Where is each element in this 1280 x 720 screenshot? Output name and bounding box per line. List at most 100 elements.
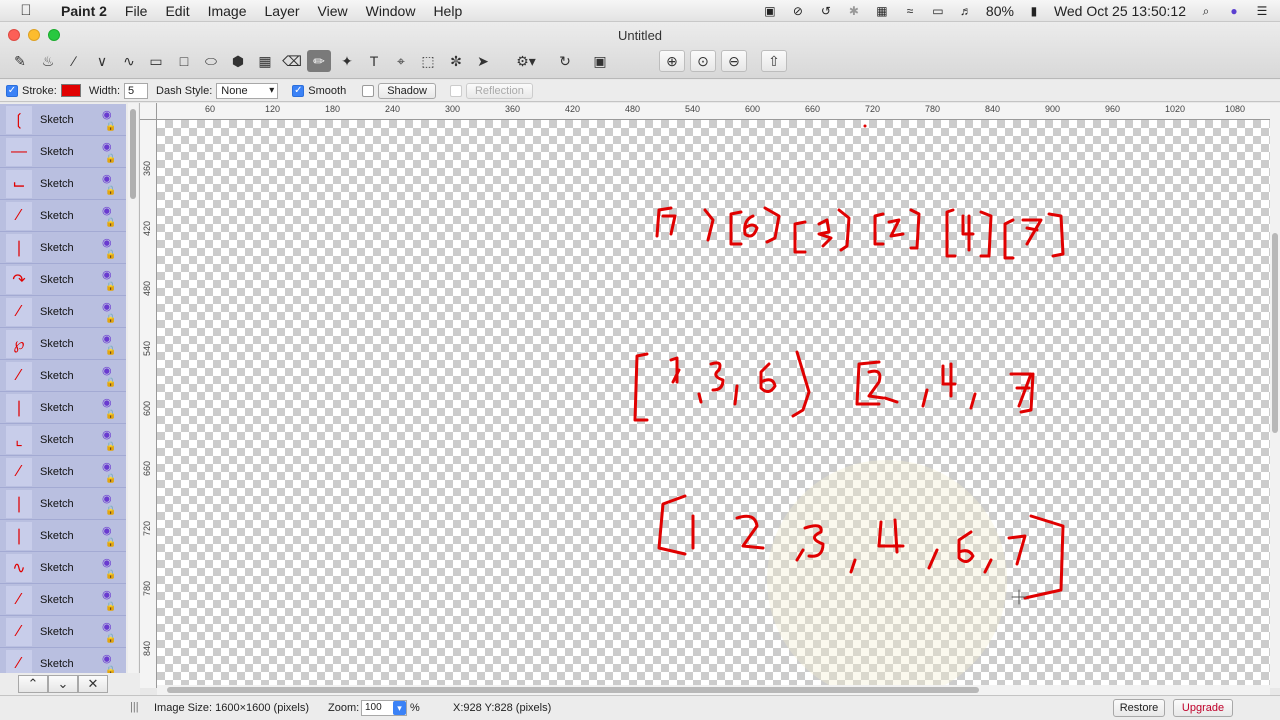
rectangle-tool-icon[interactable]: ▭ <box>144 50 168 72</box>
layer-visibility-eye-icon[interactable]: ◉ <box>102 460 112 473</box>
layer-row[interactable]: ❲ Sketch ◉ 🔒 <box>0 104 126 136</box>
siri-icon[interactable]: ● <box>1226 4 1242 18</box>
layer-row[interactable]: ∣ Sketch ◉ 🔒 <box>0 392 126 424</box>
camera-icon[interactable]: ▣ <box>762 4 778 18</box>
stroke-color-swatch[interactable] <box>60 84 81 97</box>
clock[interactable]: Wed Oct 25 13:50:12 <box>1054 3 1186 19</box>
zoom-actual-icon[interactable]: ⊙ <box>690 50 716 72</box>
layers-scrollbar[interactable] <box>128 103 138 673</box>
zoom-dropdown-icon[interactable]: ▾ <box>393 701 406 715</box>
lasso-tool-icon[interactable]: ✼ <box>444 50 468 72</box>
layer-visibility-eye-icon[interactable]: ◉ <box>102 332 112 345</box>
layer-delete-icon[interactable]: ✕ <box>78 675 108 693</box>
drawing-canvas[interactable] <box>157 120 1270 685</box>
spotlight-search-icon[interactable]: ⌕ <box>1198 4 1214 18</box>
layer-visibility-eye-icon[interactable]: ◉ <box>102 524 112 537</box>
layer-visibility-eye-icon[interactable]: ◉ <box>102 172 112 185</box>
ellipse-tool-icon[interactable]: ⬭ <box>199 50 223 72</box>
time-machine-icon[interactable]: ↺ <box>818 4 834 18</box>
layer-row[interactable]: ⌙ Sketch ◉ 🔒 <box>0 168 126 200</box>
layer-lock-icon[interactable]: 🔒 <box>105 601 116 612</box>
battery-percent[interactable]: 80% <box>986 3 1014 19</box>
paint-bucket-icon[interactable]: ♨ <box>36 50 60 72</box>
layer-visibility-eye-icon[interactable]: ◉ <box>102 652 112 665</box>
layer-visibility-eye-icon[interactable]: ◉ <box>102 140 112 153</box>
wifi-icon[interactable]: ≈ <box>902 4 918 18</box>
layers-scroll-thumb[interactable] <box>130 109 136 199</box>
airplay-icon[interactable]: ▭ <box>930 4 946 18</box>
share-icon[interactable]: ⇧ <box>761 50 787 72</box>
layer-visibility-eye-icon[interactable]: ◉ <box>102 108 112 121</box>
layer-row[interactable]: ∿ Sketch ◉ 🔒 <box>0 552 126 584</box>
layer-visibility-eye-icon[interactable]: ◉ <box>102 556 112 569</box>
layer-lock-icon[interactable]: 🔒 <box>105 345 116 356</box>
menu-edit[interactable]: Edit <box>156 3 198 19</box>
layer-lock-icon[interactable]: 🔒 <box>105 281 116 292</box>
redo-icon[interactable]: ↻ <box>553 50 577 72</box>
layer-lock-icon[interactable]: 🔒 <box>105 377 116 388</box>
menu-layer[interactable]: Layer <box>256 3 309 19</box>
zoom-out-icon[interactable]: ⊖ <box>721 50 747 72</box>
layer-row[interactable]: ∕ Sketch ◉ 🔒 <box>0 360 126 392</box>
pointer-tool-icon[interactable]: ➤ <box>471 50 495 72</box>
layer-visibility-eye-icon[interactable]: ◉ <box>102 396 112 409</box>
layer-visibility-eye-icon[interactable]: ◉ <box>102 300 112 313</box>
bluetooth-icon[interactable]: ✱ <box>846 4 862 18</box>
battery-icon[interactable]: ▮ <box>1026 4 1042 18</box>
layer-visibility-eye-icon[interactable]: ◉ <box>102 492 112 505</box>
layer-row[interactable]: ∣ Sketch ◉ 🔒 <box>0 520 126 552</box>
layer-lock-icon[interactable]: 🔒 <box>105 505 116 516</box>
menu-image[interactable]: Image <box>199 3 256 19</box>
menu-file[interactable]: File <box>116 3 157 19</box>
upgrade-button[interactable]: Upgrade <box>1173 699 1233 717</box>
layer-move-up-icon[interactable]: ⌃ <box>18 675 48 693</box>
stroke-checkbox[interactable]: ✓ <box>6 84 18 97</box>
layer-lock-icon[interactable]: 🔒 <box>105 313 116 324</box>
polygon-tool-icon[interactable]: ⬢ <box>226 50 250 72</box>
magic-wand-icon[interactable]: ✦ <box>335 50 359 72</box>
polyline-tool-icon[interactable]: ∨ <box>90 50 114 72</box>
canvas-horizontal-scrollbar[interactable] <box>157 685 1270 695</box>
eraser-tool-icon[interactable]: ⌫ <box>280 50 304 72</box>
layer-row[interactable]: ∕ Sketch ◉ 🔒 <box>0 616 126 648</box>
layer-visibility-eye-icon[interactable]: ◉ <box>102 588 112 601</box>
image-import-icon[interactable]: ▣ <box>588 50 612 72</box>
layer-row[interactable]: ↷ Sketch ◉ 🔒 <box>0 264 126 296</box>
layer-lock-icon[interactable]: 🔒 <box>105 665 116 673</box>
layer-row[interactable]: ∣ Sketch ◉ 🔒 <box>0 488 126 520</box>
layer-lock-icon[interactable]: 🔒 <box>105 537 116 548</box>
menu-window[interactable]: Window <box>357 3 425 19</box>
crop-tool-icon[interactable]: ⌖ <box>389 50 413 72</box>
vertical-scroll-thumb[interactable] <box>1272 233 1278 433</box>
layer-row[interactable]: ℘ Sketch ◉ 🔒 <box>0 328 126 360</box>
layer-lock-icon[interactable]: 🔒 <box>105 569 116 580</box>
selection-tool-icon[interactable]: ⬚ <box>416 50 440 72</box>
resize-grip-icon[interactable]: ||| <box>130 701 139 713</box>
menu-app-name[interactable]: Paint 2 <box>52 3 116 19</box>
dash-style-select[interactable]: None <box>216 82 279 99</box>
layer-row[interactable]: ∕ Sketch ◉ 🔒 <box>0 296 126 328</box>
layer-lock-icon[interactable]: 🔒 <box>105 153 116 164</box>
menu-help[interactable]: Help <box>424 3 471 19</box>
layer-move-down-icon[interactable]: ⌄ <box>48 675 78 693</box>
layer-lock-icon[interactable]: 🔒 <box>105 473 116 484</box>
gradient-tool-icon[interactable]: ▦ <box>253 50 277 72</box>
notification-center-icon[interactable]: ☰ <box>1254 4 1270 18</box>
layer-lock-icon[interactable]: 🔒 <box>105 249 116 260</box>
menu-view[interactable]: View <box>309 3 357 19</box>
layer-row[interactable]: ∕ Sketch ◉ 🔒 <box>0 456 126 488</box>
smooth-checkbox[interactable]: ✓ <box>292 84 305 97</box>
layer-visibility-eye-icon[interactable]: ◉ <box>102 364 112 377</box>
reflection-checkbox[interactable] <box>449 84 462 97</box>
keyboard-icon[interactable]: ▦ <box>874 4 890 18</box>
settings-gear-icon[interactable]: ⚙▾ <box>508 50 544 72</box>
layer-lock-icon[interactable]: 🔒 <box>105 121 116 132</box>
text-tool-icon[interactable]: T <box>362 50 386 72</box>
curve-tool-icon[interactable]: ∿ <box>117 50 141 72</box>
layer-lock-icon[interactable]: 🔒 <box>105 633 116 644</box>
rounded-rect-tool-icon[interactable]: □ <box>172 50 196 72</box>
layer-row[interactable]: ∕ Sketch ◉ 🔒 <box>0 648 126 673</box>
horizontal-scroll-thumb[interactable] <box>167 687 979 693</box>
line-tool-icon[interactable]: ∕ <box>62 50 86 72</box>
layer-row[interactable]: ∣ Sketch ◉ 🔒 <box>0 232 126 264</box>
